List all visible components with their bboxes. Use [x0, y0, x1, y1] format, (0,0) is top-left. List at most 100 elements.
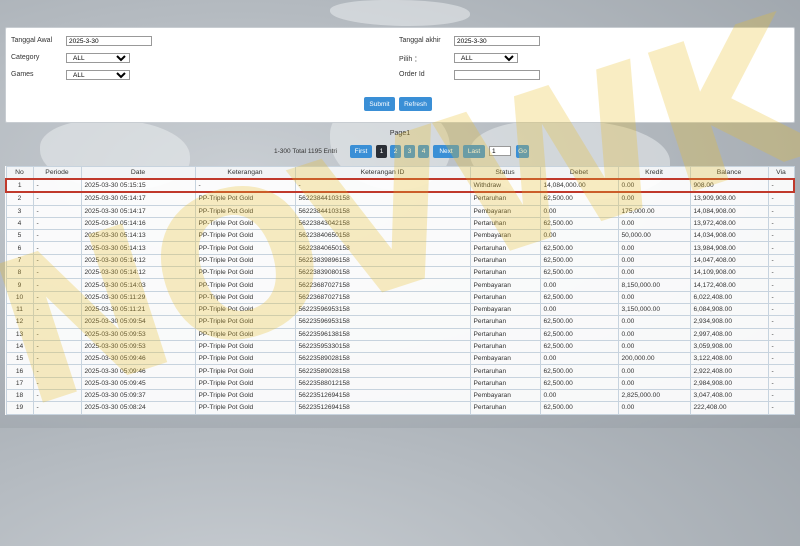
cell-keterangan-id[interactable]: 56223512694158 — [294, 401, 471, 415]
cell-debet: 62,500.00 — [539, 216, 619, 231]
cell-kredit: 2,825,000.00 — [617, 389, 691, 403]
refresh-button[interactable]: Refresh — [399, 97, 432, 111]
tanggal-awal-input[interactable] — [66, 36, 152, 46]
cell-no: 18 — [5, 389, 34, 403]
header-status[interactable]: Status — [469, 166, 541, 180]
table-row: 8-2025-03-30 05:14:12 PP-Triple Pot Gold 5… — [5, 266, 795, 280]
go-button[interactable]: Go — [516, 145, 529, 158]
header-keterangan-id[interactable]: Keterangan ID — [294, 166, 471, 180]
cell-via: - — [767, 315, 795, 329]
cell-balance: 6,084,908.00 — [689, 302, 769, 317]
cell-balance: 14,047,408.00 — [689, 253, 769, 268]
cell-keterangan-id[interactable]: 56223687027158 — [294, 290, 471, 304]
cell-keterangan-id[interactable]: 56223844103158 — [294, 191, 471, 206]
cell-periode: - — [32, 229, 82, 243]
cell-no: 16 — [5, 364, 34, 378]
cell-keterangan-id[interactable]: 56223839080158 — [294, 266, 471, 280]
cell-balance: 14,034,908.00 — [689, 229, 769, 243]
cell-keterangan: PP-Triple Pot Gold — [194, 241, 296, 255]
cell-keterangan-id[interactable]: 56223844103158 — [294, 204, 471, 218]
cell-date: 2025-03-30 05:14:17 — [80, 204, 196, 218]
cell-status: Pembayaran — [469, 229, 541, 243]
tanggal-akhir-label: Tanggal akhir — [399, 37, 441, 44]
table-row: 9-2025-03-30 05:14:03 PP-Triple Pot Gold 5… — [5, 278, 795, 292]
cell-no: 8 — [5, 266, 34, 280]
table-row: 16-2025-03-30 05:09:46 PP-Triple Pot Gold… — [5, 364, 795, 378]
cell-keterangan-id[interactable]: 56223843042158 — [294, 216, 471, 231]
cell-balance: 3,122,408.00 — [689, 352, 769, 366]
page-button-2[interactable]: 2 — [390, 145, 401, 158]
cell-keterangan-id[interactable]: 56223512694158 — [294, 389, 471, 403]
cell-via: - — [767, 241, 795, 255]
cell-via: - — [767, 389, 795, 403]
cell-kredit: 0.00 — [617, 290, 691, 304]
cell-keterangan-id[interactable]: 56223589028158 — [294, 364, 471, 378]
cell-periode: - — [32, 278, 82, 292]
cell-date: 2025-03-30 05:14:17 — [80, 191, 196, 206]
table-row: 10-2025-03-30 05:11:29 PP-Triple Pot Gold… — [5, 290, 795, 304]
table-row: 2-2025-03-30 05:14:17 PP-Triple Pot Gold 5… — [5, 191, 795, 206]
header-no[interactable]: No — [5, 166, 34, 180]
last-page-button[interactable]: Last — [463, 145, 485, 158]
cell-keterangan-id[interactable]: 56223840650158 — [294, 241, 471, 255]
cell-keterangan-id[interactable]: 56223840650158 — [294, 229, 471, 243]
cell-keterangan-id[interactable]: 56223596138158 — [294, 327, 471, 341]
submit-button[interactable]: Submit — [364, 97, 395, 111]
cell-via: - — [767, 253, 795, 268]
cell-balance: 2,997,408.00 — [689, 327, 769, 341]
category-select[interactable]: ALL — [66, 53, 130, 63]
cell-periode: - — [32, 216, 82, 231]
header-balance[interactable]: Balance — [689, 166, 769, 180]
cell-date: 2025-03-30 05:11:29 — [80, 290, 196, 304]
header-keterangan[interactable]: Keterangan — [194, 166, 296, 180]
page-button-1[interactable]: 1 — [376, 145, 387, 158]
cell-debet: 0.00 — [539, 278, 619, 292]
order-id-input[interactable] — [454, 70, 540, 80]
cell-keterangan-id[interactable]: 56223839896158 — [294, 253, 471, 268]
page-number-input[interactable] — [489, 146, 511, 156]
cell-keterangan: PP-Triple Pot Gold — [194, 229, 296, 243]
cell-periode: - — [32, 266, 82, 280]
header-date[interactable]: Date — [80, 166, 196, 180]
cell-date: 2025-03-30 05:14:13 — [80, 241, 196, 255]
cell-keterangan: PP-Triple Pot Gold — [194, 204, 296, 218]
cell-no: 4 — [5, 216, 34, 231]
tanggal-akhir-input[interactable] — [454, 36, 540, 46]
header-via[interactable]: Via — [767, 166, 795, 180]
cell-kredit: 8,150,000.00 — [617, 278, 691, 292]
header-periode[interactable]: Periode — [32, 166, 82, 180]
cell-status: Pertaruhan — [469, 315, 541, 329]
table-row: 19-2025-03-30 05:08:24 PP-Triple Pot Gold… — [5, 401, 795, 415]
cell-no: 14 — [5, 339, 34, 354]
order-id-label: Order Id — [399, 71, 425, 78]
cell-keterangan-id[interactable]: 56223595330158 — [294, 339, 471, 354]
header-debet[interactable]: Debet — [539, 166, 619, 180]
cell-keterangan-id[interactable]: 56223596953158 — [294, 302, 471, 317]
cell-keterangan-id[interactable]: 56223588012158 — [294, 376, 471, 391]
table-row: 18-2025-03-30 05:09:37 PP-Triple Pot Gold… — [5, 389, 795, 403]
pilih-select[interactable]: ALL — [454, 53, 518, 63]
cell-keterangan: PP-Triple Pot Gold — [194, 266, 296, 280]
cell-keterangan-id[interactable]: 56223687027158 — [294, 278, 471, 292]
first-page-button[interactable]: First — [350, 145, 372, 158]
cell-via: - — [767, 401, 795, 415]
cell-via: - — [767, 364, 795, 378]
cell-kredit: 50,000.00 — [617, 229, 691, 243]
cell-periode: - — [32, 191, 82, 206]
page-button-3[interactable]: 3 — [404, 145, 415, 158]
cell-no: 6 — [5, 241, 34, 255]
header-kredit[interactable]: Kredit — [617, 166, 691, 180]
games-select[interactable]: ALL — [66, 70, 130, 80]
page-button-4[interactable]: 4 — [418, 145, 429, 158]
cell-keterangan-id[interactable]: 56223596953158 — [294, 315, 471, 329]
cell-debet: 62,500.00 — [539, 401, 619, 415]
next-page-button[interactable]: Next — [433, 145, 459, 158]
cell-periode: - — [32, 327, 82, 341]
cell-status: Pembayaran — [469, 204, 541, 218]
cell-via: - — [767, 216, 795, 231]
pilih-label: Pilih ： — [399, 56, 422, 63]
cell-balance: 3,047,408.00 — [689, 389, 769, 403]
cell-balance: 908.00 — [689, 177, 769, 194]
cell-kredit: 0.00 — [617, 241, 691, 255]
cell-keterangan-id[interactable]: 56223589028158 — [294, 352, 471, 366]
